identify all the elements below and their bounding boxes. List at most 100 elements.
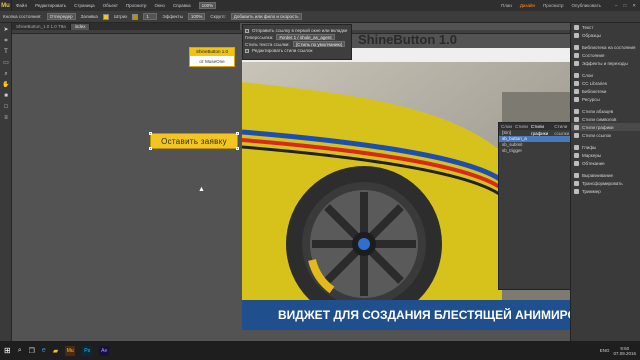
date-text: 07.09.2016 — [613, 350, 636, 356]
resize-handle[interactable] — [149, 132, 152, 135]
canvas-footer — [12, 330, 570, 341]
workspace-plan[interactable]: План — [501, 3, 512, 8]
zoom-select[interactable]: 100% — [198, 2, 217, 9]
open-new-window-checkbox[interactable] — [245, 28, 249, 33]
zoom-tool-icon[interactable]: ⌕ — [2, 70, 10, 78]
panel-tabs: Слои Стили Стили графики Стили ссылки — [499, 123, 573, 136]
panel-item[interactable]: Триммер — [571, 187, 640, 195]
menu-edit[interactable]: Редактировать — [31, 3, 70, 8]
fill-swatch[interactable] — [102, 13, 109, 20]
panel-item-icon — [574, 88, 579, 94]
panel-item-label: Стили ссылок — [582, 132, 612, 138]
panel-item-icon — [574, 124, 579, 130]
list-item[interactable]: sb_trigger — [499, 148, 573, 154]
panel-item[interactable]: Выравнивание — [571, 171, 640, 179]
arrange-icon[interactable]: ≡ — [2, 114, 10, 122]
clock[interactable]: 9:50 07.09.2016 — [613, 346, 636, 356]
photoshop-app-icon[interactable]: Ps — [82, 345, 93, 356]
panel-item-label: Глифы — [582, 144, 597, 150]
language-indicator[interactable]: ENG — [600, 348, 610, 353]
panel-item[interactable]: Стили абзацев — [571, 107, 640, 115]
tab-styles[interactable]: Стили — [515, 123, 528, 130]
panel-item[interactable]: Эффекты и переходы — [571, 59, 640, 67]
effects-label[interactable]: Эффекты — [162, 14, 182, 19]
fill-label: Заливка — [80, 14, 98, 19]
windows-taskbar: ⊞ ⌕ ❐ e ▰ Mu Ps Ae ENG 9:50 07.09.2016 — [0, 341, 640, 360]
rectangle-tool-icon[interactable]: ▭ — [2, 59, 10, 67]
stroke-swatch[interactable] — [132, 13, 139, 20]
hyperlink-popup: Отправить ссылку в первой окне или вклад… — [242, 24, 352, 60]
folder-icon[interactable]: ▰ — [53, 347, 58, 355]
promo-banner: ВИДЖЕТ ДЛЯ СОЗДАНИЯ БЛЕСТЯЩЕЙ АНИМИРОВА — [242, 300, 574, 330]
hand-tool-icon[interactable]: ✋ — [2, 81, 10, 89]
hyperlink-input[interactable]: #order 1 / shule_as_agent — [276, 34, 335, 40]
edge-icon[interactable]: e — [42, 347, 46, 354]
menu-help[interactable]: Справка — [169, 3, 195, 8]
selection-tool-icon[interactable]: ➤ — [2, 26, 10, 34]
menu-window[interactable]: Окно — [150, 3, 168, 8]
panel-item[interactable]: Глифы — [571, 143, 640, 151]
panel-item[interactable]: Обтекание — [571, 159, 640, 167]
hyperlink-label: Гиперссылка: — [245, 34, 274, 40]
panel-separator — [571, 195, 640, 199]
panel-item-icon — [574, 96, 579, 102]
widget-title: ShineButton 1.0 — [190, 48, 234, 56]
menu-object[interactable]: Объект — [99, 3, 122, 8]
order-button[interactable]: Оставить заявку — [149, 132, 239, 150]
order-button-label: Оставить заявку — [161, 137, 227, 146]
muse-app-icon[interactable]: Mu — [65, 345, 76, 356]
panel-item[interactable]: Стили графики — [571, 123, 640, 131]
panel-item[interactable]: CC Libraries — [571, 79, 640, 87]
menu-page[interactable]: Страница — [70, 3, 98, 8]
panel-item[interactable]: Ресурсы — [571, 95, 640, 103]
panel-item-label: CC Libraries — [582, 80, 608, 86]
toolbar-text-field[interactable]: Добавить или фило и скорость — [230, 13, 302, 20]
aftereffects-app-icon[interactable]: Ae — [99, 345, 110, 356]
task-view-icon[interactable]: ❐ — [29, 347, 35, 355]
text-tool-icon[interactable]: T — [2, 48, 10, 56]
workspace-design[interactable]: Дизайн — [520, 3, 535, 8]
panel-item[interactable]: Текст — [571, 23, 640, 31]
link-style-select[interactable]: (Стиль по умолчанию) — [292, 41, 346, 47]
menu-file[interactable]: Файл — [12, 3, 31, 8]
panel-item[interactable]: Слои — [571, 71, 640, 79]
state-select[interactable]: Отпередер — [46, 13, 76, 20]
panel-item[interactable]: Библиотека на состояния — [571, 43, 640, 51]
fill-color-icon[interactable]: ■ — [2, 92, 10, 100]
panel-item[interactable]: Состояния — [571, 51, 640, 59]
panel-item[interactable]: Библиотеки — [571, 87, 640, 95]
right-panels: Текст Образцы Библиотека на состояния Состо… — [570, 23, 640, 341]
stroke-color-icon[interactable]: □ — [2, 103, 10, 111]
workspace-preview[interactable]: Просмотр — [543, 3, 564, 8]
tab-layers[interactable]: Слои — [501, 123, 512, 130]
menu-view[interactable]: Просмотр — [122, 3, 151, 8]
edit-link-styles-checkbox[interactable] — [245, 48, 249, 53]
resize-handle[interactable] — [149, 147, 152, 150]
opacity-input[interactable]: 100% — [187, 13, 206, 20]
panel-item[interactable]: Трансформировать — [571, 179, 640, 187]
shinebutton-widget-card[interactable]: ShineButton 1.0 от MuseOne — [189, 47, 235, 67]
panel-item[interactable]: Стили ссылок — [571, 131, 640, 139]
minimize-icon[interactable]: – — [615, 3, 618, 9]
window-controls: – □ ✕ — [615, 3, 636, 9]
windows-start-icon[interactable]: ⊞ — [4, 346, 11, 355]
workspace-publish[interactable]: Опубликовать — [572, 3, 601, 8]
crop-tool-icon[interactable]: ⌗ — [2, 37, 10, 45]
tab-graphic-styles[interactable]: Стили графики — [531, 123, 551, 136]
panel-item-icon — [574, 32, 579, 38]
panel-item[interactable]: Стили символов — [571, 115, 640, 123]
maximize-icon[interactable]: □ — [624, 3, 627, 9]
tools-panel: ➤ ⌗ T ▭ ⌕ ✋ ■ □ ≡ — [0, 23, 12, 341]
panel-item-icon — [574, 108, 579, 114]
resize-handle[interactable] — [236, 147, 239, 150]
resize-handle[interactable] — [236, 132, 239, 135]
panel-item-label: Состояния — [582, 52, 605, 58]
stroke-width-input[interactable]: 1 — [143, 13, 158, 20]
close-icon[interactable]: ✕ — [632, 3, 636, 9]
search-icon[interactable]: ⌕ — [18, 347, 22, 355]
menu-bar: Mu Файл Редактировать Страница Объект Пр… — [0, 0, 640, 11]
panel-item-icon — [574, 60, 579, 66]
panel-item[interactable]: Маркеры — [571, 151, 640, 159]
panel-item[interactable]: Образцы — [571, 31, 640, 39]
edit-link-styles-label: Редактировать стили ссылок — [252, 48, 313, 53]
